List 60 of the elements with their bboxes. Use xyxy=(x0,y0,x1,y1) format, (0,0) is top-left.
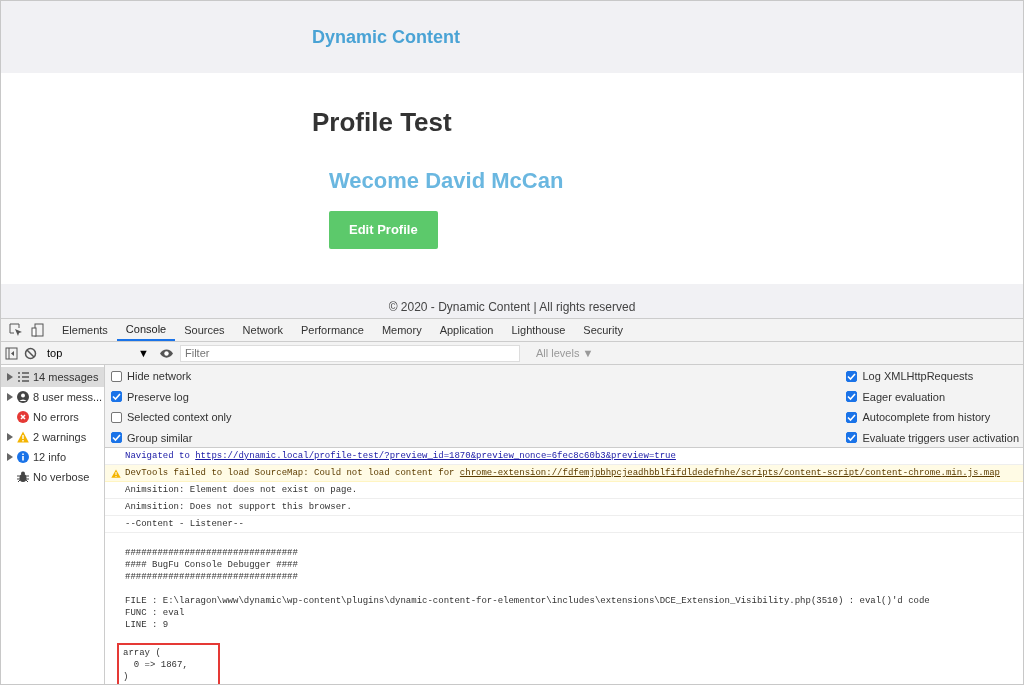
checkbox[interactable] xyxy=(846,391,858,403)
inspect-icon xyxy=(9,323,23,337)
check-icon xyxy=(112,392,121,402)
page-heading: Profile Test xyxy=(312,107,453,139)
list-icon xyxy=(17,371,29,383)
checkbox[interactable] xyxy=(111,370,122,382)
check-icon xyxy=(847,371,857,381)
greeting-text: Wecome David McCan xyxy=(329,167,565,196)
console-message: Animsition: Does not support this browser. xyxy=(125,502,352,512)
checkbox-label: Group similar xyxy=(127,430,193,446)
user-icon xyxy=(17,391,29,403)
sidebar-item[interactable]: 14 messages xyxy=(1,367,104,387)
devtools-tab[interactable]: Elements xyxy=(53,319,117,341)
filter-field[interactable]: Filter xyxy=(180,344,520,362)
devtools-tab[interactable]: Application xyxy=(430,319,503,341)
console-message: Navigated to xyxy=(125,450,191,462)
sidebar-item[interactable]: 12 info xyxy=(1,447,104,467)
checkbox[interactable] xyxy=(111,432,122,444)
eye-icon xyxy=(159,347,174,359)
console-message: --Content - Listener-- xyxy=(125,519,244,529)
sidebar-item[interactable]: No verbose xyxy=(1,467,104,487)
url-link[interactable]: https://dynamic.local/profile-test/?preview_id=1870&preview_nonce=6fec8c60b3&preview=true xyxy=(195,450,676,462)
checkbox-label: Preserve log xyxy=(127,389,189,405)
console-message: Animsition: Element does not exist on page. xyxy=(125,485,358,495)
devtools-tab[interactable]: Memory xyxy=(372,319,431,341)
url-link[interactable]: chrome-extension://fdfemjpbhpcjeadhbblfifdldedefnhe/scripts/content-script/content-chrome.min.js.map xyxy=(459,468,1000,478)
checkbox-label: Selected context only xyxy=(127,410,232,425)
warning-message: DevTools failed to load SourceMap: Could not load content for xyxy=(125,468,456,478)
checkbox-label: Log XMLHttpRequests xyxy=(862,369,974,384)
copyright-text: © 2020 - Dynamic Content | All rights reserved xyxy=(388,299,636,316)
sidebar-item[interactable]: 8 user mess... xyxy=(1,387,104,407)
checkbox-label: Eager evaluation xyxy=(862,389,946,405)
devtools-tab[interactable]: Security xyxy=(574,319,633,341)
checkbox-label: Evaluate triggers user activation xyxy=(862,430,1019,446)
sidebar-toggle-icon xyxy=(5,346,18,360)
check-icon xyxy=(112,433,121,443)
checkbox[interactable] xyxy=(846,432,858,444)
devtools-tab[interactable]: Network xyxy=(233,319,292,341)
error-icon xyxy=(17,411,29,423)
checkbox[interactable] xyxy=(111,391,122,403)
warning-icon xyxy=(17,431,29,443)
checkbox[interactable] xyxy=(846,411,858,423)
checkbox-label: Autocomplete from history xyxy=(862,410,991,425)
info-icon xyxy=(17,451,29,463)
debug-output: array ( 0 => 1867, ) xyxy=(117,643,220,684)
devtools-tab[interactable]: Sources xyxy=(175,319,234,341)
devtools-tab[interactable]: Performance xyxy=(291,319,373,341)
device-icon xyxy=(31,323,45,337)
context-select[interactable]: top ▼ xyxy=(43,344,153,362)
clear-icon xyxy=(24,346,37,360)
checkbox[interactable] xyxy=(111,411,122,423)
checkbox-label: Hide network xyxy=(127,369,192,384)
warning-icon xyxy=(111,468,121,478)
sidebar-item[interactable]: 2 warnings xyxy=(1,427,104,447)
devtools-tab[interactable]: Lighthouse xyxy=(502,319,575,341)
checkbox[interactable] xyxy=(846,370,858,382)
bug-icon xyxy=(17,471,29,483)
sidebar-item[interactable]: No errors xyxy=(1,407,104,427)
check-icon xyxy=(847,433,857,443)
debug-output: ################################ #### BugFu Console Debugger #### ################################ FILE : E:\laragon\www\dynamic\wp-content\plugins\dynamic-content-for-elementor\includes\extensions\DCE_Extension_Visibility.php(3510) : eval()'d code FUNC : eval LINE : 9 xyxy=(125,547,931,631)
